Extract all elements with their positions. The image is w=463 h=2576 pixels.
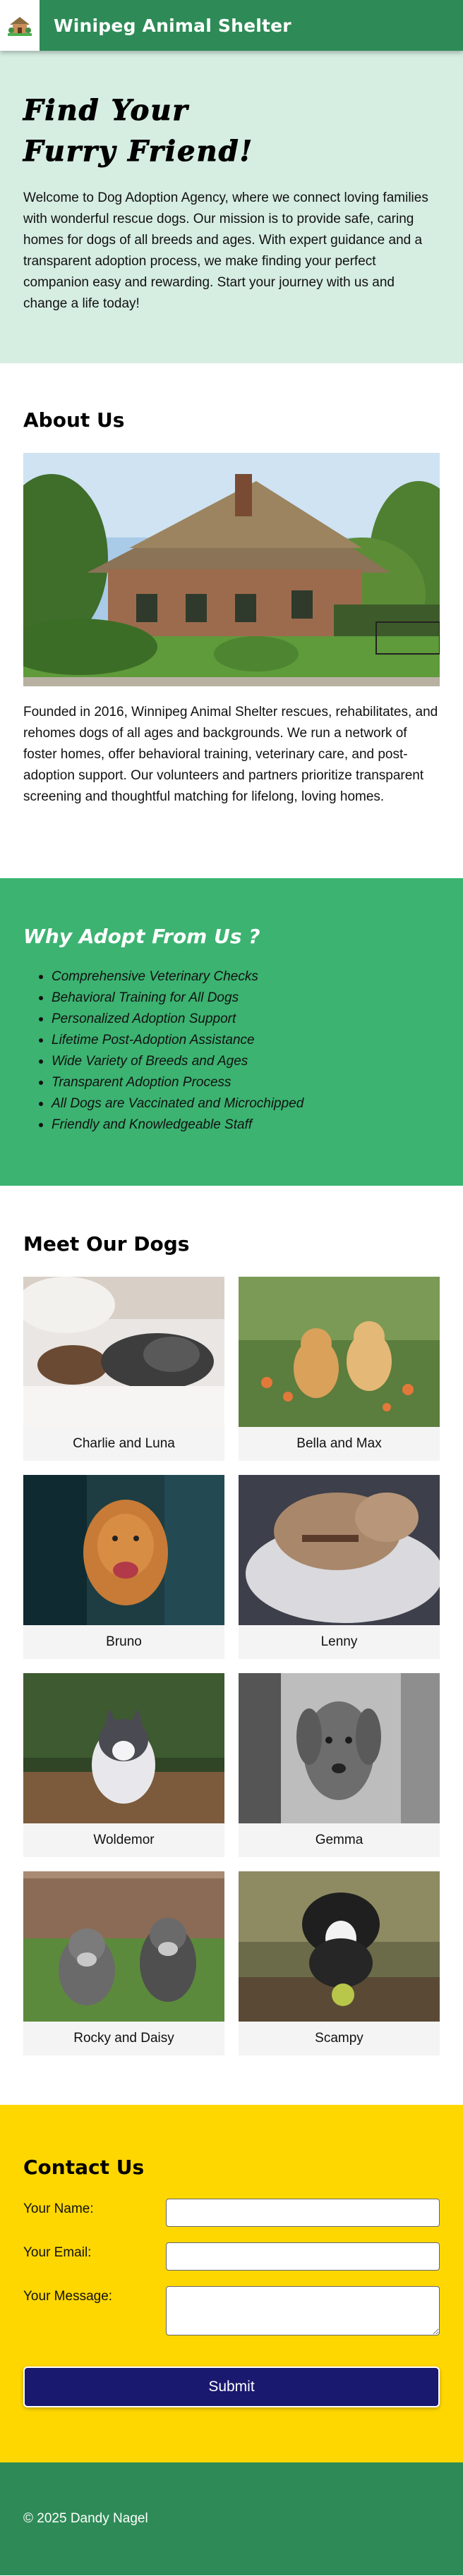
site-footer: © 2025 Dandy Nagel	[0, 2462, 463, 2575]
dog-photo	[23, 1871, 224, 2022]
dog-name: Bella and Max	[296, 1436, 382, 1451]
dog-card[interactable]: Bella and Max	[239, 1277, 440, 1461]
benefit-item: Behavioral Training for All Dogs	[39, 988, 440, 1009]
dog-card[interactable]: Charlie and Luna	[23, 1277, 224, 1461]
benefit-item: Transparent Adoption Process	[39, 1072, 440, 1093]
benefit-item: Personalized Adoption Support	[39, 1009, 440, 1030]
dog-card[interactable]: Rocky and Daisy	[23, 1871, 224, 2055]
shelter-house-photo	[23, 453, 440, 686]
submit-button[interactable]: Submit	[23, 2367, 440, 2407]
dog-name: Scampy	[315, 2031, 363, 2046]
logo[interactable]	[0, 0, 40, 51]
why-adopt-section: Why Adopt From Us ? Comprehensive Veteri…	[0, 878, 463, 1186]
site-title: Winipeg Animal Shelter	[54, 15, 291, 36]
dog-name: Woldemor	[93, 1833, 155, 1847]
name-row: Your Name:	[23, 2199, 440, 2227]
benefit-item: Comprehensive Veterinary Checks	[39, 966, 440, 988]
hero-title: Find Your Furry Friend!	[23, 90, 440, 172]
dog-photo	[23, 1475, 224, 1625]
dog-card[interactable]: Bruno	[23, 1475, 224, 1659]
email-input[interactable]	[166, 2242, 440, 2271]
site-header: Winipeg Animal Shelter	[0, 0, 463, 51]
hero-section: Find Your Furry Friend! Welcome to Dog A…	[0, 51, 463, 363]
benefit-item: Friendly and Knowledgeable Staff	[39, 1114, 440, 1136]
name-label: Your Name:	[23, 2201, 94, 2216]
dog-grid: Charlie and Luna Bella and Max Bruno Len…	[23, 1277, 440, 2055]
about-text: Founded in 2016, Winnipeg Animal Shelter…	[23, 705, 438, 804]
copyright-text: © 2025 Dandy Nagel	[23, 2511, 148, 2526]
dog-photo	[23, 1277, 224, 1427]
message-label: Your Message:	[23, 2289, 113, 2304]
meet-dogs-title: Meet Our Dogs	[23, 1232, 190, 1256]
why-adopt-title: Why Adopt From Us ?	[23, 925, 260, 948]
dog-card[interactable]: Woldemor	[23, 1673, 224, 1857]
dog-name: Rocky and Daisy	[73, 2031, 174, 2046]
benefit-item: All Dogs are Vaccinated and Microchipped	[39, 1093, 440, 1114]
dog-name: Charlie and Luna	[73, 1436, 175, 1451]
dog-photo	[239, 1871, 440, 2022]
dog-photo	[23, 1673, 224, 1823]
dog-photo	[239, 1475, 440, 1625]
hero-intro-text: Welcome to Dog Adoption Agency, where we…	[23, 190, 428, 311]
meet-dogs-section: Meet Our Dogs Charlie and Luna Bella and…	[0, 1186, 463, 2105]
benefit-item: Wide Variety of Breeds and Ages	[39, 1051, 440, 1072]
contact-section: Contact Us Your Name: Your Email: Your M…	[0, 2105, 463, 2462]
hero-title-line2: Furry Friend!	[23, 135, 254, 169]
contact-form: Your Name: Your Email: Your Message: Sub…	[23, 2199, 440, 2407]
name-input[interactable]	[166, 2199, 440, 2227]
dog-card[interactable]: Gemma	[239, 1673, 440, 1857]
benefit-item: Lifetime Post-Adoption Assistance	[39, 1030, 440, 1051]
dog-name: Gemma	[315, 1833, 363, 1847]
message-row: Your Message:	[23, 2286, 440, 2335]
email-row: Your Email:	[23, 2242, 440, 2271]
dog-card[interactable]: Scampy	[239, 1871, 440, 2055]
contact-title: Contact Us	[23, 2156, 145, 2179]
dog-name: Lenny	[320, 1634, 358, 1649]
dog-photo	[239, 1673, 440, 1823]
house-icon	[8, 17, 32, 36]
hero-title-line1: Find Your	[23, 94, 189, 128]
dog-name: Bruno	[106, 1634, 142, 1649]
benefits-list: Comprehensive Veterinary Checks Behavior…	[23, 966, 440, 1136]
dog-photo	[239, 1277, 440, 1427]
dog-card[interactable]: Lenny	[239, 1475, 440, 1659]
about-title: About Us	[23, 408, 125, 432]
email-label: Your Email:	[23, 2245, 92, 2260]
about-section: About Us Founded in 2016, Winnipeg Anima…	[0, 363, 463, 878]
message-textarea[interactable]	[166, 2286, 440, 2335]
